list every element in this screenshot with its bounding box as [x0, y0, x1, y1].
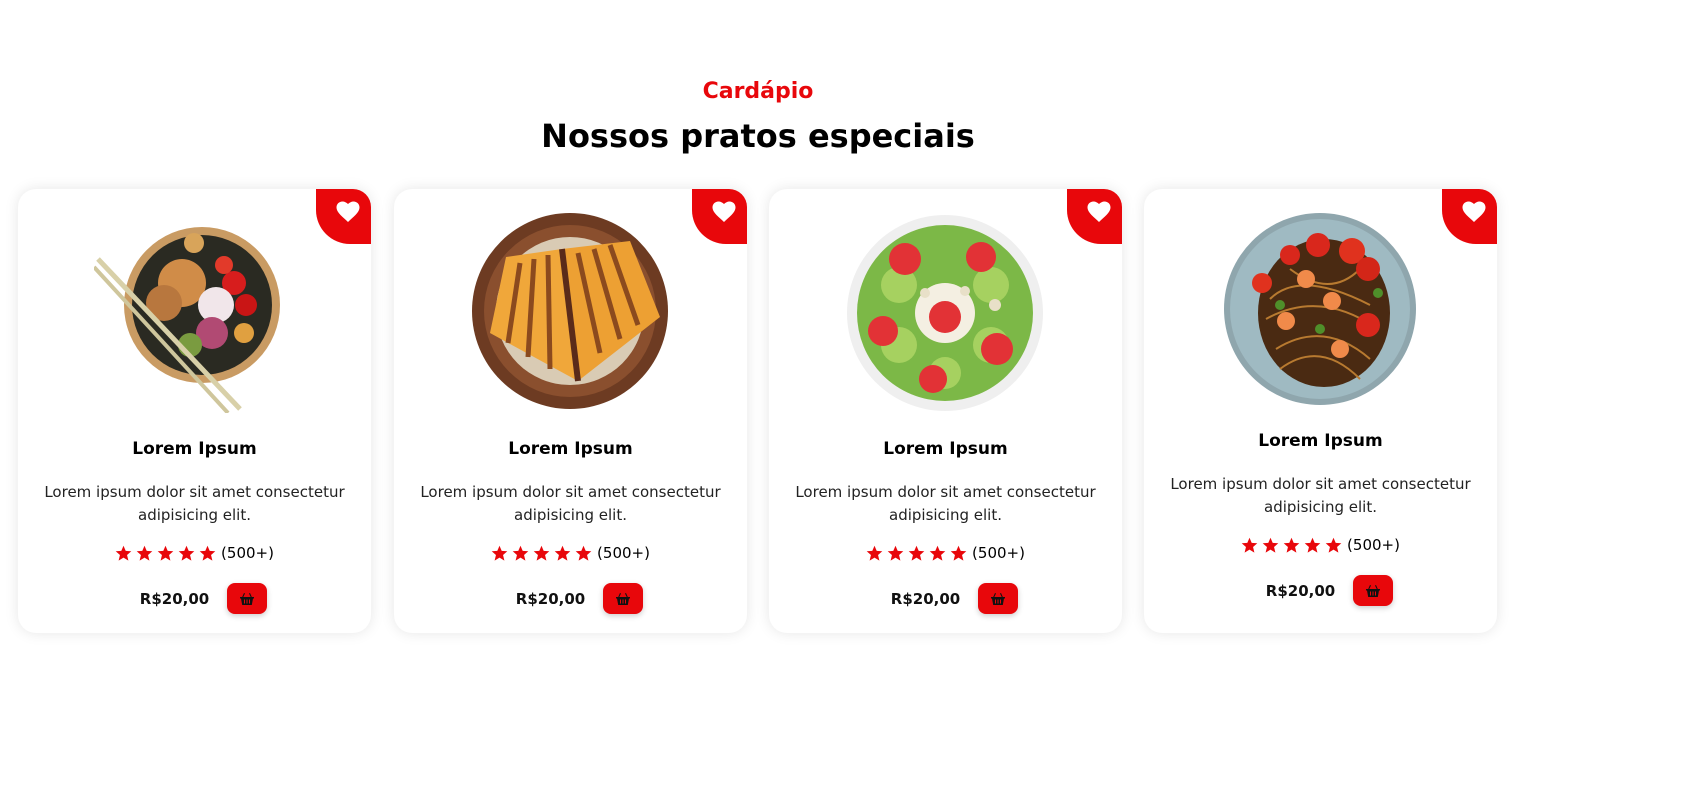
star-icon [929, 545, 946, 561]
dish-card: Lorem Ipsum Lorem ipsum dolor sit amet c… [394, 189, 747, 633]
star-icon [887, 545, 904, 561]
dish-description: Lorem ipsum dolor sit amet consectetur a… [795, 483, 1096, 524]
review-count: (500+) [221, 544, 274, 562]
star-icon [1283, 537, 1300, 553]
shrimp-noodles-image [1224, 213, 1416, 405]
star-rating [1241, 537, 1342, 554]
dish-price: R$20,00 [139, 589, 210, 608]
star-rating [115, 545, 216, 562]
star-icon [136, 545, 153, 561]
star-icon [950, 545, 967, 561]
dish-name: Lorem Ipsum [883, 439, 1008, 459]
star-icon [1241, 537, 1258, 553]
basket-icon [991, 592, 1006, 605]
review-count: (500+) [1347, 536, 1400, 554]
add-to-cart-button[interactable] [1353, 575, 1394, 606]
dish-footer: R$20,00 [394, 583, 747, 614]
dish-footer: R$20,00 [769, 583, 1122, 614]
heart-icon [1462, 201, 1485, 222]
dish-description: Lorem ipsum dolor sit amet consectetur a… [44, 483, 345, 524]
star-icon [575, 545, 592, 561]
dish-card: Lorem Ipsum Lorem ipsum dolor sit amet c… [1144, 189, 1497, 633]
dish-price: R$20,00 [890, 589, 961, 608]
dish-card: Lorem Ipsum Lorem ipsum dolor sit amet c… [769, 189, 1122, 633]
favorite-button[interactable] [692, 189, 747, 244]
grilled-sandwich-image [472, 213, 668, 409]
dish-price: R$20,00 [1265, 581, 1336, 600]
dish-footer: R$20,00 [1144, 575, 1497, 606]
star-icon [908, 545, 925, 561]
star-icon [1304, 537, 1321, 553]
dish-name: Lorem Ipsum [1258, 431, 1383, 451]
review-count: (500+) [597, 544, 650, 562]
poke-bowl-image [94, 227, 280, 413]
star-rating [491, 545, 592, 562]
dish-footer: R$20,00 [18, 583, 371, 614]
basket-icon [616, 592, 631, 605]
favorite-button[interactable] [1442, 189, 1497, 244]
menu-section: Cardápio Nossos pratos especiais Lorem I… [0, 0, 1694, 788]
add-to-cart-button[interactable] [978, 583, 1019, 614]
dish-description: Lorem ipsum dolor sit amet consectetur a… [420, 483, 721, 524]
heart-icon [336, 201, 359, 222]
heart-icon [712, 201, 735, 222]
dish-rating: (500+) [769, 544, 1122, 562]
dish-rating: (500+) [18, 544, 371, 562]
star-icon [157, 545, 174, 561]
dish-card: Lorem Ipsum Lorem ipsum dolor sit amet c… [18, 189, 371, 633]
section-subtitle: Cardápio [702, 79, 814, 104]
basket-icon [240, 592, 255, 605]
star-rating [866, 545, 967, 562]
add-to-cart-button[interactable] [603, 583, 644, 614]
star-icon [199, 545, 216, 561]
star-icon [1262, 537, 1279, 553]
star-icon [554, 545, 571, 561]
dish-description: Lorem ipsum dolor sit amet consectetur a… [1170, 475, 1471, 516]
add-to-cart-button[interactable] [227, 583, 268, 614]
star-icon [1325, 537, 1342, 553]
kiwi-strawberry-bowl-image [847, 215, 1043, 411]
star-icon [866, 545, 883, 561]
favorite-button[interactable] [1067, 189, 1122, 244]
star-icon [115, 545, 132, 561]
dish-name: Lorem Ipsum [508, 439, 633, 459]
section-title: Nossos pratos especiais [541, 117, 975, 155]
star-icon [491, 545, 508, 561]
dish-rating: (500+) [1144, 536, 1497, 554]
dish-name: Lorem Ipsum [132, 439, 257, 459]
dish-cards: Lorem Ipsum Lorem ipsum dolor sit amet c… [18, 189, 1498, 634]
favorite-button[interactable] [316, 189, 371, 244]
heart-icon [1087, 201, 1110, 222]
star-icon [512, 545, 529, 561]
star-icon [178, 545, 195, 561]
review-count: (500+) [972, 544, 1025, 562]
dish-price: R$20,00 [515, 589, 586, 608]
star-icon [533, 545, 550, 561]
basket-icon [1366, 584, 1381, 597]
dish-rating: (500+) [394, 544, 747, 562]
